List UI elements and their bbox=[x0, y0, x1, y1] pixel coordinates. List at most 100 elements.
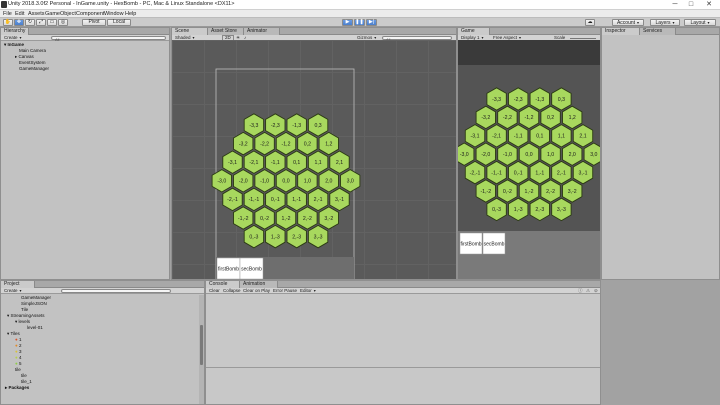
scene-hex-tile[interactable]: 2,-1 bbox=[307, 187, 329, 212]
maximize-button[interactable]: □ bbox=[684, 0, 698, 9]
button-label: secBomb bbox=[241, 266, 262, 272]
scene-hex-tile[interactable]: 1,1 bbox=[307, 150, 329, 174]
scene-hex-tile[interactable]: 2,-3 bbox=[286, 224, 307, 249]
scene-hex-tile[interactable]: 2,-2 bbox=[297, 206, 318, 230]
scale-tool-icon[interactable]: ⤢ bbox=[36, 19, 46, 26]
scene-hex-tile[interactable]: -2,3 bbox=[265, 113, 286, 137]
hex-coordinate-label: 1,-1 bbox=[535, 170, 544, 176]
project-search-input[interactable] bbox=[61, 289, 171, 293]
project-create-dropdown[interactable]: Create bbox=[4, 288, 22, 294]
scene-hex-tile[interactable]: -2,0 bbox=[233, 169, 254, 193]
game-viewport[interactable]: -3,3 -2,3 -1,3 0,3 -3,2 -2,2 -1,2 0,2 1,2 -3,1 -2,… bbox=[458, 40, 600, 279]
scene-hex-tile[interactable]: 1,0 bbox=[297, 169, 318, 193]
tab-console[interactable]: Console bbox=[206, 281, 240, 288]
scene-sec-bomb-button[interactable]: secBomb bbox=[239, 257, 264, 279]
scene-hex-tile[interactable]: 1,2 bbox=[318, 131, 339, 156]
hierarchy-item[interactable]: GameManager bbox=[1, 66, 169, 72]
scene-hex-tile[interactable]: 3,-2 bbox=[318, 206, 339, 230]
scene-hex-tile[interactable]: 2,1 bbox=[329, 150, 350, 174]
transform-tool-icon[interactable]: ◎ bbox=[58, 19, 68, 26]
scene-hex-tile[interactable]: 0,-3 bbox=[243, 224, 265, 249]
menu-assets[interactable]: Assets bbox=[28, 10, 45, 18]
scene-hex-tile[interactable]: 0,1 bbox=[286, 150, 307, 174]
hierarchy-search-input[interactable]: All bbox=[51, 36, 166, 42]
inspector-tabbar: Inspector Services bbox=[602, 28, 719, 35]
scene-hex-tile[interactable]: 3,-3 bbox=[307, 224, 329, 249]
scene-hex-tile[interactable]: -3,0 bbox=[211, 169, 232, 193]
rect-tool-icon[interactable]: ▭ bbox=[47, 19, 57, 26]
scene-hex-tile[interactable]: 0,-1 bbox=[265, 187, 286, 212]
scene-hex-tile[interactable]: -1,2 bbox=[275, 131, 297, 156]
error-pause-button[interactable]: Error Pause bbox=[273, 288, 297, 294]
scene-hex-tile[interactable]: 0,0 bbox=[275, 169, 297, 193]
play-button-icon[interactable]: ▶ bbox=[342, 19, 353, 26]
scene-hex-tile[interactable]: -1,-1 bbox=[243, 187, 265, 212]
close-button[interactable]: ✕ bbox=[702, 0, 716, 9]
local-toggle[interactable]: Local bbox=[107, 19, 131, 26]
menu-help[interactable]: Help bbox=[125, 10, 136, 18]
tab-inspector[interactable]: Inspector bbox=[602, 28, 640, 35]
collapse-button[interactable]: Collapse bbox=[223, 288, 241, 294]
scene-hex-tile[interactable]: 1,-2 bbox=[275, 206, 297, 230]
scene-hex-tile[interactable]: -3,3 bbox=[243, 113, 265, 137]
tab-hierarchy[interactable]: Hierarchy bbox=[1, 28, 30, 35]
tab-project[interactable]: Project bbox=[1, 281, 35, 288]
scene-first-bomb-button[interactable]: firstBomb bbox=[216, 257, 241, 279]
tab-animator[interactable]: Animator bbox=[244, 28, 280, 35]
scrollbar-thumb[interactable] bbox=[200, 325, 203, 365]
tab-scene[interactable]: Scene bbox=[172, 28, 208, 35]
minimize-button[interactable]: ─ bbox=[668, 0, 682, 9]
scene-viewport[interactable]: -3,3 -2,3 -1,3 0,3 -3,2 -2,2 -1,2 0,2 1,2 -3,1 -2,… bbox=[172, 40, 456, 279]
hex-coordinate-label: 0,-1 bbox=[271, 197, 280, 203]
pivot-toggle[interactable]: Pivot bbox=[82, 19, 106, 26]
menu-file[interactable]: File bbox=[3, 10, 12, 18]
move-tool-icon[interactable]: ✥ bbox=[14, 19, 24, 26]
pause-button-icon[interactable]: ❚❚ bbox=[354, 19, 365, 26]
hex-coordinate-label: -2,3 bbox=[271, 123, 280, 129]
scene-hex-tile[interactable]: -1,1 bbox=[265, 150, 286, 174]
scene-hex-tile[interactable]: -1,0 bbox=[254, 169, 275, 193]
clear-button[interactable]: Clear bbox=[209, 288, 220, 294]
step-button-icon[interactable]: ▶| bbox=[366, 19, 377, 26]
scene-hex-tile[interactable]: 3,0 bbox=[340, 169, 361, 193]
tab-asset-store[interactable]: Asset Store bbox=[208, 28, 244, 35]
hierarchy-create-dropdown[interactable]: Create bbox=[4, 35, 22, 41]
scene-hex-tile[interactable]: 0,2 bbox=[297, 131, 318, 156]
rotate-tool-icon[interactable]: ↻ bbox=[25, 19, 35, 26]
project-scrollbar[interactable] bbox=[199, 295, 204, 404]
menu-gameobject[interactable]: GameObject bbox=[45, 10, 76, 18]
tab-game[interactable]: Game bbox=[458, 28, 490, 35]
tab-services[interactable]: Services bbox=[640, 28, 676, 35]
scene-hex-tile[interactable]: -2,-1 bbox=[222, 187, 243, 212]
clear-on-play-button[interactable]: Clear on Play bbox=[243, 288, 270, 294]
scene-hex-tile[interactable]: -2,2 bbox=[254, 131, 275, 156]
scene-hex-tile[interactable]: 1,-1 bbox=[286, 187, 307, 212]
scene-hex-tile[interactable]: -2,1 bbox=[243, 150, 265, 174]
menu-window[interactable]: Window bbox=[104, 10, 124, 18]
account-dropdown[interactable]: Account bbox=[612, 19, 644, 26]
game-sec-bomb-button[interactable]: secBomb bbox=[482, 232, 506, 255]
menu-edit[interactable]: Edit bbox=[15, 10, 24, 18]
collab-cloud-icon[interactable]: ☁ bbox=[585, 19, 595, 26]
menu-component[interactable]: Component bbox=[76, 10, 104, 18]
scene-hex-tile[interactable]: 0,3 bbox=[307, 113, 329, 137]
project-folder[interactable]: ▸ Packages bbox=[1, 385, 198, 391]
scene-hex-tile[interactable]: -1,3 bbox=[286, 113, 307, 137]
scene-hex-tile[interactable]: 2,0 bbox=[318, 169, 339, 193]
editor-dropdown[interactable]: Editor bbox=[300, 288, 316, 294]
scene-hex-tile[interactable]: -1,-2 bbox=[233, 206, 254, 230]
scene-hex-tile[interactable]: -3,2 bbox=[233, 131, 254, 156]
tab-animation[interactable]: Animation bbox=[240, 281, 278, 288]
scene-hex-tile[interactable]: -3,1 bbox=[222, 150, 243, 174]
scene-hex-tile[interactable]: 1,-3 bbox=[265, 224, 286, 249]
layout-dropdown[interactable]: Layout bbox=[684, 19, 716, 26]
scale-slider[interactable] bbox=[570, 38, 596, 39]
hex-coordinate-label: 2,-1 bbox=[557, 170, 566, 176]
layers-dropdown[interactable]: Layers bbox=[650, 19, 680, 26]
scene-hex-tile[interactable]: 3,-1 bbox=[329, 187, 350, 212]
game-first-bomb-button[interactable]: firstBomb bbox=[459, 232, 483, 255]
hex-coordinate-label: -1,1 bbox=[514, 134, 523, 140]
scene-hex-tile[interactable]: 0,-2 bbox=[254, 206, 275, 230]
hex-coordinate-label: 2,-2 bbox=[303, 216, 312, 222]
hand-tool-icon[interactable]: ✋ bbox=[3, 19, 13, 26]
